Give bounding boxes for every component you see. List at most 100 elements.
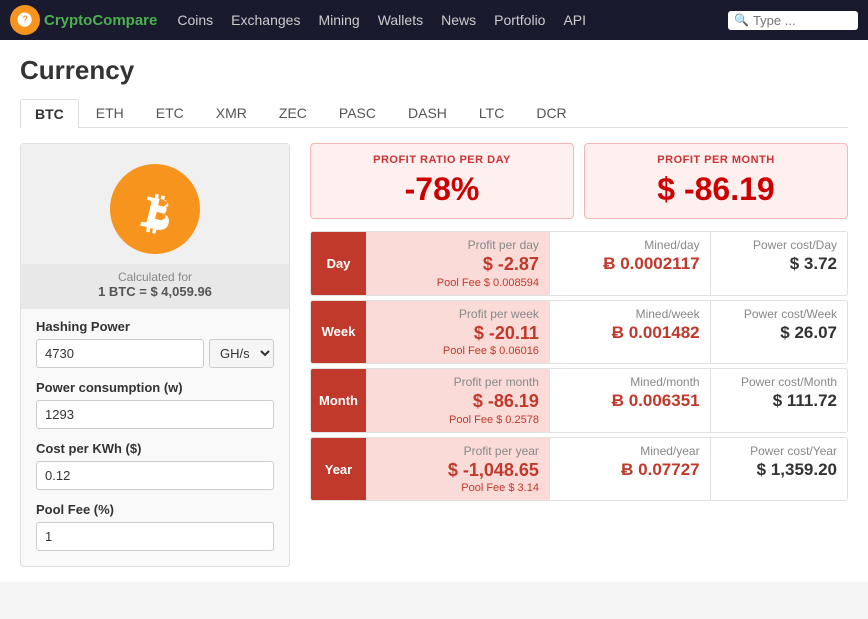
profit-month-box: PROFIT PER MONTH $ -86.19	[584, 143, 848, 219]
profit-fee: Pool Fee $ 0.2578	[376, 414, 539, 426]
tab-zec[interactable]: ZEC	[264, 98, 322, 127]
nav-coins[interactable]: Coins	[177, 12, 213, 28]
table-row: Week Profit per week $ -20.11 Pool Fee $…	[310, 300, 848, 365]
power-label: Power cost/Week	[721, 307, 837, 321]
profit-ratio-value: -78%	[325, 171, 559, 208]
nav-exchanges[interactable]: Exchanges	[231, 12, 300, 28]
mined-value: Ƀ 0.006351	[560, 391, 700, 411]
power-cell: Power cost/Day $ 3.72	[710, 232, 847, 295]
profit-ratio-label: PROFIT RATIO PER DAY	[325, 154, 559, 166]
logo-icon	[10, 5, 40, 35]
nav-links: Coins Exchanges Mining Wallets News Port…	[177, 12, 728, 28]
profit-value: $ -1,048.65	[376, 460, 539, 482]
profit-value: $ -2.87	[376, 254, 539, 276]
tab-dcr[interactable]: DCR	[521, 98, 581, 127]
period-cell: Year	[311, 438, 366, 501]
tab-eth[interactable]: ETH	[81, 98, 139, 127]
nav-news[interactable]: News	[441, 12, 476, 28]
nav-mining[interactable]: Mining	[318, 12, 359, 28]
calc-for: Calculated for 1 BTC = $ 4,059.96	[21, 264, 289, 309]
profit-value: $ -86.19	[376, 391, 539, 413]
mined-cell: Mined/week Ƀ 0.001482	[549, 301, 710, 364]
profit-fee: Pool Fee $ 0.008594	[376, 277, 539, 289]
mined-value: Ƀ 0.07727	[560, 460, 700, 480]
power-cell: Power cost/Week $ 26.07	[710, 301, 847, 364]
tab-etc[interactable]: ETC	[141, 98, 199, 127]
pool-fee-input[interactable]	[36, 522, 274, 551]
nav-portfolio[interactable]: Portfolio	[494, 12, 545, 28]
power-value: $ 111.72	[721, 391, 837, 411]
cost-kwh-label: Cost per KWh ($)	[36, 441, 274, 456]
page-title: Currency	[20, 55, 848, 86]
table-row: Month Profit per month $ -86.19 Pool Fee…	[310, 368, 848, 433]
nav-wallets[interactable]: Wallets	[378, 12, 423, 28]
hashing-power-input[interactable]	[36, 339, 204, 368]
profit-value: $ -20.11	[376, 323, 539, 345]
tab-ltc[interactable]: LTC	[464, 98, 519, 127]
currency-tabs: BTC ETH ETC XMR ZEC PASC DASH LTC DCR	[20, 98, 848, 128]
profit-label: Profit per year	[376, 444, 539, 458]
profit-fee: Pool Fee $ 0.06016	[376, 345, 539, 357]
power-value: $ 1,359.20	[721, 460, 837, 480]
pool-fee-label: Pool Fee (%)	[36, 502, 274, 517]
nav-api[interactable]: API	[563, 12, 586, 28]
hashing-unit-select[interactable]: GH/s TH/s MH/s	[209, 339, 274, 368]
mined-label: Mined/year	[560, 444, 700, 458]
data-rows: Day Profit per day $ -2.87 Pool Fee $ 0.…	[310, 231, 848, 501]
tab-xmr[interactable]: XMR	[201, 98, 262, 127]
content-area: Currency BTC ETH ETC XMR ZEC PASC DASH L…	[0, 40, 868, 582]
logo-text: CryptoCompare	[44, 12, 157, 29]
profit-cell: Profit per year $ -1,048.65 Pool Fee $ 3…	[366, 438, 549, 501]
mined-label: Mined/week	[560, 307, 700, 321]
navbar: CryptoCompare Coins Exchanges Mining Wal…	[0, 0, 868, 40]
mined-cell: Mined/year Ƀ 0.07727	[549, 438, 710, 501]
profit-cell: Profit per month $ -86.19 Pool Fee $ 0.2…	[366, 369, 549, 432]
hashing-power-row: GH/s TH/s MH/s	[36, 339, 274, 368]
tab-btc[interactable]: BTC	[20, 99, 79, 128]
profit-label: Profit per month	[376, 375, 539, 389]
btc-logo	[110, 164, 200, 254]
logo[interactable]: CryptoCompare	[10, 5, 157, 35]
tab-dash[interactable]: DASH	[393, 98, 462, 127]
profit-cell: Profit per week $ -20.11 Pool Fee $ 0.06…	[366, 301, 549, 364]
search-box[interactable]: 🔍	[728, 11, 858, 30]
profit-fee: Pool Fee $ 3.14	[376, 482, 539, 494]
power-value: $ 26.07	[721, 323, 837, 343]
profit-month-value: $ -86.19	[599, 171, 833, 208]
profit-label: Profit per day	[376, 238, 539, 252]
profit-label: Profit per week	[376, 307, 539, 321]
table-row: Year Profit per year $ -1,048.65 Pool Fe…	[310, 437, 848, 502]
power-cell: Power cost/Year $ 1,359.20	[710, 438, 847, 501]
right-panel: PROFIT RATIO PER DAY -78% PROFIT PER MON…	[310, 143, 848, 505]
power-label: Power cost/Month	[721, 375, 837, 389]
coin-logo-area	[21, 144, 289, 264]
hashing-power-label: Hashing Power	[36, 319, 274, 334]
tab-pasc[interactable]: PASC	[324, 98, 391, 127]
profit-month-label: PROFIT PER MONTH	[599, 154, 833, 166]
mined-label: Mined/month	[560, 375, 700, 389]
form-section: Hashing Power GH/s TH/s MH/s Power consu…	[21, 309, 289, 551]
search-input[interactable]	[753, 13, 852, 28]
profit-summary: PROFIT RATIO PER DAY -78% PROFIT PER MON…	[310, 143, 848, 219]
search-icon: 🔍	[734, 13, 749, 27]
mined-cell: Mined/day Ƀ 0.0002117	[549, 232, 710, 295]
power-label: Power cost/Day	[721, 238, 837, 252]
mined-value: Ƀ 0.0002117	[560, 254, 700, 274]
profit-cell: Profit per day $ -2.87 Pool Fee $ 0.0085…	[366, 232, 549, 295]
main-layout: Calculated for 1 BTC = $ 4,059.96 Hashin…	[20, 143, 848, 567]
power-value: $ 3.72	[721, 254, 837, 274]
left-panel: Calculated for 1 BTC = $ 4,059.96 Hashin…	[20, 143, 290, 567]
power-consumption-input[interactable]	[36, 400, 274, 429]
mined-label: Mined/day	[560, 238, 700, 252]
power-consumption-label: Power consumption (w)	[36, 380, 274, 395]
period-cell: Month	[311, 369, 366, 432]
mined-cell: Mined/month Ƀ 0.006351	[549, 369, 710, 432]
period-cell: Week	[311, 301, 366, 364]
cost-kwh-input[interactable]	[36, 461, 274, 490]
period-cell: Day	[311, 232, 366, 295]
power-cell: Power cost/Month $ 111.72	[710, 369, 847, 432]
power-label: Power cost/Year	[721, 444, 837, 458]
mined-value: Ƀ 0.001482	[560, 323, 700, 343]
table-row: Day Profit per day $ -2.87 Pool Fee $ 0.…	[310, 231, 848, 296]
profit-ratio-box: PROFIT RATIO PER DAY -78%	[310, 143, 574, 219]
